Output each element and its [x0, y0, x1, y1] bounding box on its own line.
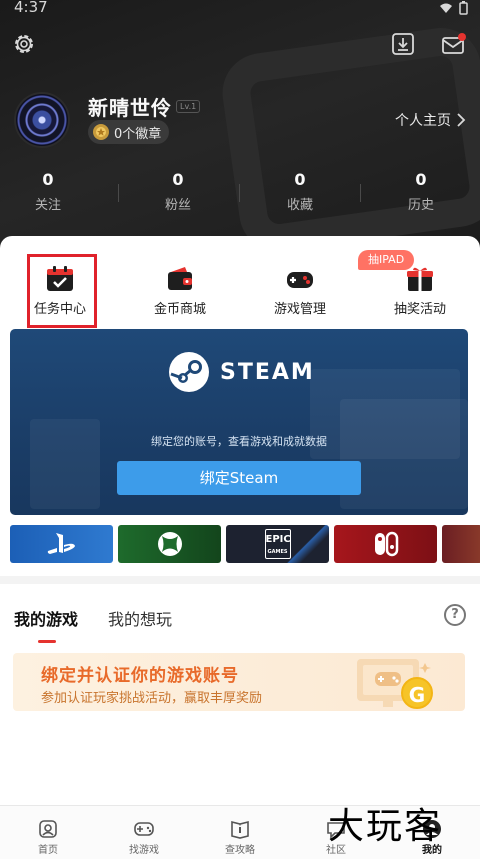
- stat-favorites[interactable]: 0 收藏: [240, 170, 360, 213]
- platform-nintendo-switch[interactable]: [334, 525, 437, 563]
- nav-home[interactable]: 首页: [0, 806, 96, 859]
- steam-logo: STEAM: [168, 351, 315, 393]
- stat-fans[interactable]: 0 粉丝: [118, 170, 238, 213]
- settings-gear-icon[interactable]: [12, 32, 36, 56]
- platform-list: EPIC GAMES: [10, 525, 480, 565]
- tab-my-games[interactable]: 我的游戏: [14, 606, 78, 630]
- steam-bind-subtitle: 绑定您的账号，查看游戏和成就数据: [151, 435, 327, 448]
- steam-bind-card: STEAM 绑定您的账号，查看游戏和成就数据 绑定Steam: [10, 329, 468, 515]
- bind-steam-button[interactable]: 绑定Steam: [117, 461, 361, 495]
- nav-label: 查攻略: [225, 845, 255, 856]
- username: 新晴世伶: [88, 96, 172, 120]
- stat-following[interactable]: 0 关注: [0, 170, 108, 213]
- battery-icon: [459, 1, 468, 15]
- quick-action-label: 金币商城: [153, 302, 206, 317]
- nav-label: 找游戏: [129, 845, 159, 856]
- badge-count-label: 0个徽章: [114, 126, 162, 142]
- status-icons: [439, 1, 468, 15]
- watermark: 大玩客: [328, 806, 443, 847]
- epic-games-logo: EPIC GAMES: [264, 529, 291, 559]
- stats-row: 0 关注 0 粉丝 0 收藏 0 历史: [0, 170, 480, 220]
- bind-account-banner[interactable]: 绑定并认证你的游戏账号 参加认证玩家挑战活动，赢取丰厚奖励 G: [13, 653, 465, 711]
- gamepad-icon: [287, 272, 313, 288]
- stat-label: 历史: [407, 198, 434, 213]
- bind-banner-title: 绑定并认证你的游戏账号: [41, 666, 239, 686]
- wallet-icon: [168, 267, 192, 290]
- xbox-icon: [157, 532, 182, 556]
- main-content: 任务中心 金币商城 游戏管理 抽奖活动 抽IPAD STEAM 绑定您的账号，查…: [0, 236, 480, 812]
- profile-header: 4:37 新晴世伶 Lv.1 0个徽章 个人主页 0 关注 0 粉丝 0 收藏 …: [0, 0, 480, 250]
- platform-playstation[interactable]: [10, 525, 113, 563]
- steam-logo-icon: [169, 352, 209, 392]
- g-coin-icon: G: [401, 677, 433, 709]
- tab-wishlist[interactable]: 我的想玩: [108, 606, 172, 630]
- playstation-icon: [47, 533, 75, 554]
- platform-xbox[interactable]: [118, 525, 221, 563]
- personal-homepage-label: 个人主页: [395, 113, 451, 129]
- stat-history[interactable]: 0 历史: [361, 170, 480, 213]
- badge-count-pill[interactable]: 0个徽章: [88, 120, 170, 144]
- home-icon: [39, 820, 57, 838]
- nav-find-games[interactable]: 找游戏: [96, 806, 192, 859]
- nav-guides[interactable]: 查攻略: [192, 806, 288, 859]
- stat-value: 0: [42, 170, 54, 189]
- mail-icon[interactable]: [441, 32, 467, 56]
- quick-actions: 任务中心 金币商城 游戏管理 抽奖活动 抽IPAD: [0, 246, 480, 328]
- avatar[interactable]: [14, 92, 70, 148]
- personal-homepage-link[interactable]: 个人主页: [395, 110, 466, 130]
- epic-logo-subtext: GAMES: [267, 549, 288, 555]
- steam-wordmark: STEAM: [220, 359, 315, 385]
- epic-logo-text: EPIC: [265, 534, 291, 545]
- guide-icon: [231, 820, 249, 839]
- lottery-promo-tag: 抽IPAD: [358, 250, 415, 270]
- stat-value: 0: [172, 170, 184, 189]
- platform-other[interactable]: [442, 525, 480, 563]
- status-time: 4:37: [14, 0, 48, 16]
- status-bar: 4:37: [0, 0, 480, 20]
- bind-banner-subtitle: 参加认证玩家挑战活动，赢取丰厚奖励: [41, 691, 263, 706]
- help-icon[interactable]: ?: [444, 604, 466, 626]
- chevron-right-icon: [457, 113, 466, 127]
- wifi-icon: [440, 3, 452, 13]
- level-badge: Lv.1: [176, 100, 201, 113]
- platform-epic-games[interactable]: EPIC GAMES: [226, 525, 329, 563]
- games-tabs: 我的游戏 我的想玩 ?: [14, 604, 474, 646]
- nav-label: 首页: [38, 845, 58, 856]
- coin-mall-button[interactable]: 金币商城: [120, 246, 240, 326]
- gift-icon: [407, 267, 433, 291]
- stat-value: 0: [415, 170, 427, 189]
- notification-dot: [458, 33, 466, 41]
- download-icon[interactable]: [391, 32, 415, 56]
- active-tab-indicator: [38, 640, 56, 643]
- quick-action-label: 游戏管理: [273, 302, 326, 317]
- section-divider: [0, 576, 480, 584]
- task-center-highlight: [27, 254, 97, 328]
- stat-value: 0: [294, 170, 306, 189]
- game-management-button[interactable]: 游戏管理: [240, 246, 360, 326]
- profile-summary: 新晴世伶 Lv.1 0个徽章 个人主页: [14, 92, 466, 152]
- stat-label: 收藏: [286, 198, 313, 213]
- stat-label: 关注: [34, 198, 61, 213]
- quick-action-label: 抽奖活动: [393, 302, 446, 317]
- medal-icon: [93, 124, 109, 140]
- stat-label: 粉丝: [164, 198, 191, 213]
- nintendo-switch-icon: [374, 531, 398, 557]
- gamepad-icon: [134, 822, 154, 836]
